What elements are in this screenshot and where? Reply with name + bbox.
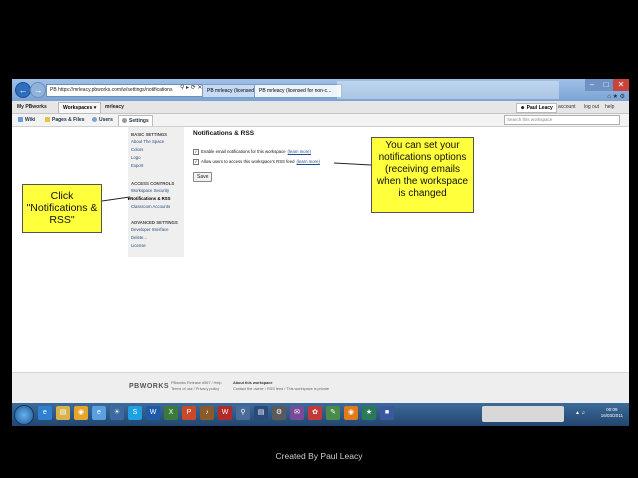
word-icon[interactable]: W xyxy=(146,406,160,420)
clock-date: 16/03/2011 xyxy=(600,413,623,418)
media-player-tray[interactable] xyxy=(482,406,564,422)
wiki-icon xyxy=(18,117,23,123)
click-arrow xyxy=(101,196,131,202)
footer-about-text[interactable]: Contact the owner / RSS feed / This work… xyxy=(233,387,329,391)
access-controls-heading: ACCESS CONTROLS xyxy=(131,181,175,186)
tab-pages-files-label: Pages & Files xyxy=(52,117,85,123)
app-icon[interactable]: ☀ xyxy=(110,406,124,420)
rss-feed-option: ✓ Allow users to access this workspace's … xyxy=(193,159,320,165)
sidebar-item-developer[interactable]: Developer Interface xyxy=(131,227,169,232)
pbworks-header: My PBworks Workspaces ▾ mrleacy ☻ Paul L… xyxy=(12,101,629,114)
tool-icon[interactable]: ★ xyxy=(362,406,376,420)
credit-caption: Created By Paul Leacy xyxy=(275,451,363,461)
firefox-icon[interactable]: ◉ xyxy=(344,406,358,420)
page-title: Notifications & RSS xyxy=(193,130,255,137)
workspaces-label: Workspaces xyxy=(63,105,93,111)
taskbar-clock[interactable]: 00:09 16/03/2011 xyxy=(601,407,623,419)
browser-tools-icons[interactable]: ⌂ ★ ⚙ xyxy=(607,93,625,100)
help-link[interactable]: help xyxy=(605,101,614,113)
sidebar-item-logo[interactable]: Logo xyxy=(131,155,141,160)
rss-feed-label: Allow users to access this workspace's R… xyxy=(201,159,295,165)
search-input[interactable]: Search this workspace xyxy=(504,115,620,125)
workspaces-dropdown[interactable]: Workspaces ▾ xyxy=(58,102,102,114)
tab-settings-label: Settings xyxy=(129,118,149,124)
start-button[interactable] xyxy=(14,405,34,425)
footer-about-heading: About this workspace xyxy=(233,381,273,385)
browser-tab-1[interactable]: PB mrleacy (licensed for non-c... xyxy=(202,84,262,98)
learn-more-link-1[interactable]: (learn more) xyxy=(288,149,311,154)
notes-icon[interactable]: ✎ xyxy=(326,406,340,420)
screenshot-frame: ← → PB https://mrleacy.pbworks.com/w/set… xyxy=(12,79,629,426)
click-callout: Click "Notifications & RSS" xyxy=(22,184,102,233)
background-window xyxy=(337,81,559,99)
tab-users-label: Users xyxy=(99,117,113,123)
sidebar-item-export[interactable]: Export xyxy=(131,163,143,168)
users-icon xyxy=(92,117,97,123)
app-w-icon[interactable]: W xyxy=(218,406,232,420)
rss-feed-checkbox[interactable]: ✓ xyxy=(193,159,199,165)
browser-icon[interactable]: e xyxy=(92,406,106,420)
workspace-name[interactable]: mrleacy xyxy=(105,101,124,113)
user-icon: ☻ xyxy=(520,105,526,111)
notifications-callout: You can set your notifications options (… xyxy=(371,137,474,213)
tab-users[interactable]: Users xyxy=(89,115,116,125)
media-icon[interactable]: ♪ xyxy=(200,406,214,420)
chevron-down-icon: ▾ xyxy=(93,105,97,111)
save-button[interactable]: Save xyxy=(193,172,213,182)
tab-wiki-label: Wiki xyxy=(25,117,36,123)
pbworks-footer: PBWORKS PBworks Release #567 / Help Term… xyxy=(12,372,629,403)
maximize-icon[interactable]: □ xyxy=(599,79,613,91)
sidebar-item-notifications[interactable]: ▸Notifications & RSS xyxy=(128,196,171,202)
browser-tab-2[interactable]: PB mrleacy (licensed for non-c... xyxy=(254,84,342,98)
chrome-icon[interactable]: ◉ xyxy=(74,406,88,420)
sidebar-item-notifications-label: Notifications & RSS xyxy=(130,196,171,201)
excel-icon[interactable]: X xyxy=(164,406,178,420)
back-arrow-icon[interactable]: ← xyxy=(15,82,31,98)
my-pbworks-link[interactable]: My PBworks xyxy=(17,101,47,113)
email-notifications-label: Enable email notifications for this work… xyxy=(201,149,286,155)
folder-icon xyxy=(45,117,50,123)
email-notifications-checkbox[interactable]: ✓ xyxy=(193,149,199,155)
user-name: Paul Leacy xyxy=(526,105,553,111)
settings-app-icon[interactable]: ⚙ xyxy=(272,406,286,420)
account-link[interactable]: account xyxy=(558,101,576,113)
network-icon[interactable]: ⚲ xyxy=(236,406,250,420)
footer-terms[interactable]: Terms of use / Privacy policy xyxy=(171,387,219,391)
monitor-icon[interactable]: ▤ xyxy=(254,406,268,420)
chat-icon[interactable]: ✉ xyxy=(290,406,304,420)
advanced-settings-heading: ADVANCED SETTINGS xyxy=(131,220,178,225)
footer-release[interactable]: PBworks Release #567 / Help xyxy=(171,381,221,385)
notifications-arrow xyxy=(333,162,372,166)
tab-settings[interactable]: Settings xyxy=(118,115,153,126)
sidebar-item-license[interactable]: License xyxy=(131,243,146,248)
email-notifications-option: ✓ Enable email notifications for this wor… xyxy=(193,149,311,155)
app-last-icon[interactable]: ■ xyxy=(380,406,394,420)
powerpoint-icon[interactable]: P xyxy=(182,406,196,420)
tab-pages-files[interactable]: Pages & Files xyxy=(42,115,88,125)
forward-arrow-icon[interactable]: → xyxy=(30,82,46,98)
settings-sidebar: BASIC SETTINGS About The Space Colors Lo… xyxy=(128,127,184,257)
sidebar-item-delete[interactable]: Delete... xyxy=(131,235,147,240)
paint-icon[interactable]: ✿ xyxy=(308,406,322,420)
gear-icon xyxy=(122,118,127,124)
windows-taskbar: e ▤ ◉ e ☀ S W X P ♪ W ⚲ ▤ ⚙ ✉ ✿ ✎ ◉ ★ ■ … xyxy=(12,403,629,426)
learn-more-link-2[interactable]: (learn more) xyxy=(296,159,319,164)
close-icon[interactable]: ✕ xyxy=(613,79,629,91)
tab-wiki[interactable]: Wiki xyxy=(15,115,38,125)
address-icons[interactable]: ⚲ ▸ ⟳ ✕ xyxy=(180,84,202,91)
minimize-icon[interactable]: – xyxy=(585,79,599,91)
sidebar-item-about[interactable]: About The Space xyxy=(131,139,164,144)
sidebar-item-colors[interactable]: Colors xyxy=(131,147,143,152)
log-out-link[interactable]: log out xyxy=(584,101,599,113)
sidebar-item-workspace-security[interactable]: Workspace Security xyxy=(131,188,169,193)
skype-icon[interactable]: S xyxy=(128,406,142,420)
tray-icons[interactable]: ▲ ♫ xyxy=(568,406,592,420)
basic-settings-heading: BASIC SETTINGS xyxy=(131,132,168,137)
ie-icon[interactable]: e xyxy=(38,406,52,420)
sidebar-item-classroom[interactable]: Classroom Accounts xyxy=(131,204,170,209)
explorer-icon[interactable]: ▤ xyxy=(56,406,70,420)
footer-logo: PBWORKS xyxy=(129,383,170,390)
user-menu[interactable]: ☻ Paul Leacy xyxy=(516,103,557,113)
browser-toolbar: ← → PB https://mrleacy.pbworks.com/w/set… xyxy=(12,79,629,101)
